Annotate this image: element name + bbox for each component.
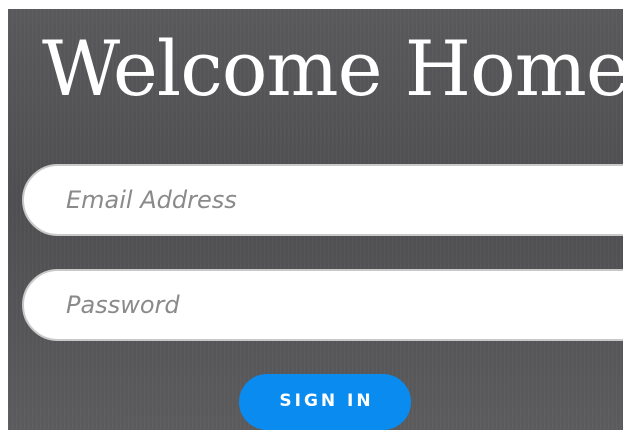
login-panel: Welcome Home SIGN IN bbox=[8, 9, 623, 430]
password-field[interactable] bbox=[22, 269, 623, 341]
email-field[interactable] bbox=[22, 164, 623, 236]
page-title: Welcome Home bbox=[42, 24, 623, 113]
sign-in-button[interactable]: SIGN IN bbox=[239, 374, 411, 430]
